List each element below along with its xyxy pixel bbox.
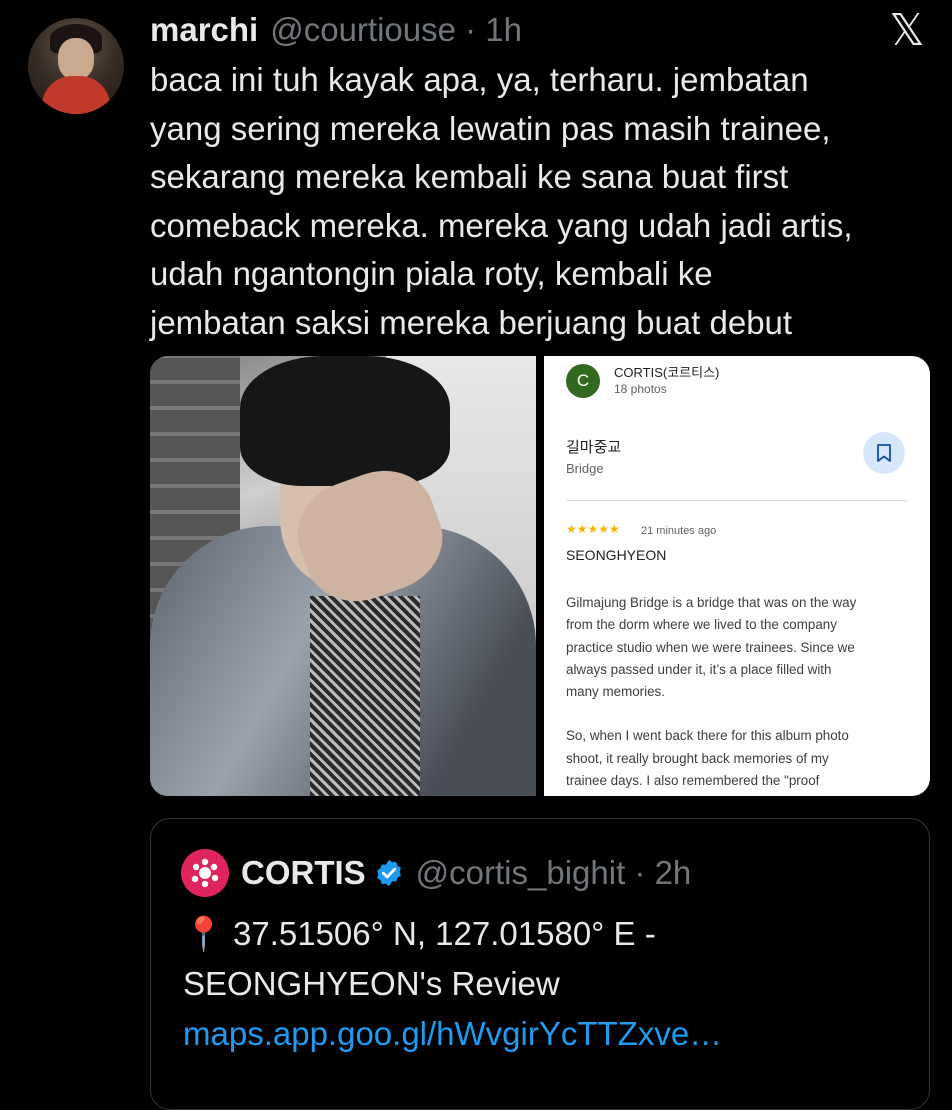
review-account-name: CORTIS(코르티스)	[614, 365, 720, 380]
tweet-line: baca ini tuh kayak apa, ya, terharu. jem…	[150, 61, 809, 98]
x-logo-icon[interactable]: 𝕏	[884, 9, 930, 53]
review-time: 21 minutes ago	[641, 525, 717, 537]
bookmark-icon	[863, 432, 905, 474]
reviewer-name: SEONGHYEON	[566, 547, 667, 563]
tweet-line: sekarang mereka kembali ke sana buat fir…	[150, 158, 789, 195]
quoted-tweet[interactable]: CORTIS @cortis_bighit · 2h 📍 37.51506° N,…	[150, 818, 930, 1110]
tweet-text: baca ini tuh kayak apa, ya, terharu. jem…	[150, 56, 935, 347]
tweet-line: yang sering mereka lewatin pas masih tra…	[150, 109, 831, 147]
review-line: shoot, it really brought back memories o…	[566, 750, 829, 766]
review-line: many memories.	[566, 684, 665, 700]
pin-icon: 📍	[183, 915, 225, 952]
tweet-line: comeback mereka. mereka yang udah jadi a…	[150, 206, 853, 244]
review-account-avatar: C	[566, 364, 600, 398]
user-avatar[interactable]	[28, 18, 124, 114]
photo-hair	[240, 356, 450, 486]
review-line: practice studio when we were trainees. S…	[566, 639, 855, 655]
tweet-media[interactable]: C CORTIS(코르티스) 18 photos 길마중교 Bridge ★★★…	[150, 356, 930, 796]
review-place-type: Bridge	[566, 461, 604, 476]
verified-badge-icon	[376, 859, 401, 887]
photo-scarf	[310, 596, 420, 796]
maps-link[interactable]: maps.app.goo.gl/hWvgirYcTTZxve…	[183, 1009, 903, 1059]
review-line: from the dorm where we lived to the comp…	[566, 617, 837, 633]
author-name[interactable]: marchi	[150, 11, 258, 49]
avatar-jersey	[42, 76, 110, 114]
cortis-logo-icon[interactable]	[181, 849, 229, 897]
review-photo-count: 18 photos	[614, 382, 667, 396]
review-divider	[566, 500, 908, 501]
review-screenshot[interactable]: C CORTIS(코르티스) 18 photos 길마중교 Bridge ★★★…	[544, 356, 930, 796]
quoted-tweet-text: 📍 37.51506° N, 127.01580° E - SEONGHYEON'…	[183, 909, 903, 1059]
quoted-author-handle-time[interactable]: @cortis_bighit · 2h	[416, 854, 692, 892]
quoted-line: SEONGHYEON's Review	[183, 965, 560, 1002]
review-line: Gilmajung Bridge is a bridge that was on…	[566, 595, 857, 610]
quoted-tweet-header: CORTIS @cortis_bighit · 2h	[241, 851, 691, 895]
author-handle-time[interactable]: @courtiouse · 1h	[270, 11, 522, 49]
tweet-line: jembatan saksi mereka berjuang buat debu…	[150, 303, 793, 341]
avatar-face	[58, 38, 94, 80]
review-line: trainee days. I also remembered the "pro…	[566, 773, 820, 789]
review-body: Gilmajung Bridge is a bridge that was on…	[566, 592, 912, 792]
rating-stars: ★★★★★	[566, 522, 620, 536]
review-place-name: 길마중교	[566, 438, 622, 456]
review-line: always passed under it, it’s a place fil…	[566, 661, 832, 677]
tweet-header: marchi @courtiouse · 1h	[150, 8, 522, 52]
quoted-author-name[interactable]: CORTIS	[241, 854, 366, 892]
photo-image[interactable]	[150, 356, 536, 796]
tweet-line: udah ngantongin piala roty, kembali ke	[150, 255, 713, 292]
quoted-line: 37.51506° N, 127.01580° E -	[233, 915, 656, 952]
review-line: So, when I went back there for this albu…	[566, 728, 849, 744]
